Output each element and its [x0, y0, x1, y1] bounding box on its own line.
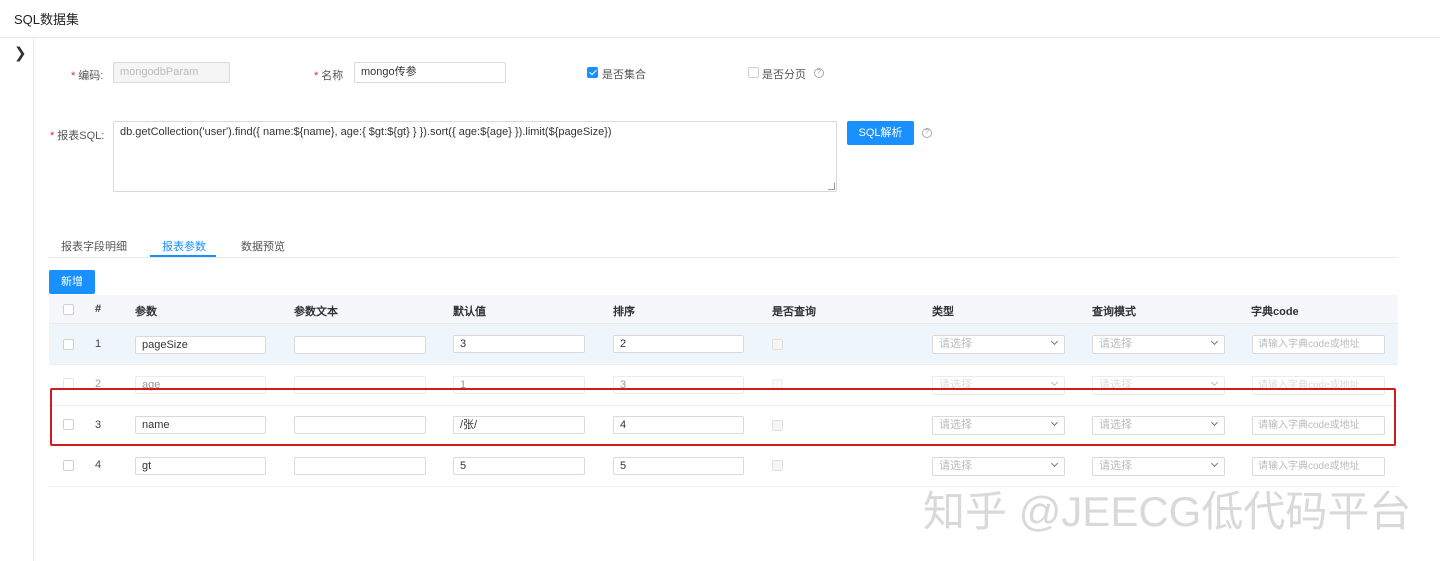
sql-text: db.getCollection('user').find({ name:${n…	[120, 126, 612, 138]
header-is-query: 是否查询	[772, 306, 816, 318]
header-query-mode: 查询模式	[1092, 306, 1136, 318]
is-query-checkbox[interactable]	[772, 460, 783, 471]
default-input[interactable]: 3	[453, 335, 585, 353]
page-title: SQL数据集	[14, 12, 80, 27]
header-default: 默认值	[453, 306, 486, 318]
tab-report-params[interactable]: 报表参数	[162, 238, 206, 254]
chevron-down-icon	[1210, 459, 1219, 468]
sql-parse-button[interactable]: SQL解析	[847, 121, 914, 145]
highlight-annotation-box	[50, 388, 1396, 446]
order-input[interactable]: 2	[613, 335, 744, 353]
type-select[interactable]: 请选择	[932, 457, 1065, 476]
header-order: 排序	[613, 306, 635, 318]
tab-field-details[interactable]: 报表字段明细	[61, 238, 127, 254]
tab-data-preview[interactable]: 数据预览	[241, 238, 285, 254]
is-list-label: 是否集合	[602, 69, 646, 81]
header-dict-code: 字典code	[1251, 306, 1299, 318]
dict-code-input[interactable]: 请输入字典code或地址	[1252, 335, 1385, 354]
table-header	[49, 295, 1398, 324]
row-checkbox[interactable]	[63, 460, 74, 471]
query-mode-select[interactable]: 请选择	[1092, 457, 1225, 476]
chevron-down-icon	[1050, 459, 1059, 468]
is-page-checkbox[interactable]	[748, 67, 759, 78]
sql-textarea[interactable]: db.getCollection('user').find({ name:${n…	[113, 121, 837, 192]
param-input[interactable]: pageSize	[135, 336, 266, 354]
code-label: * 编码:	[71, 70, 104, 82]
watermark: 知乎 @JEECG低代码平台	[923, 488, 1412, 535]
select-all-checkbox[interactable]	[63, 304, 74, 315]
sql-label: * 报表SQL:	[50, 130, 105, 142]
is-query-checkbox[interactable]	[772, 339, 783, 350]
name-input[interactable]: mongo传参	[354, 62, 506, 83]
chevron-down-icon	[1210, 337, 1219, 346]
query-mode-select[interactable]: 请选择	[1092, 335, 1225, 354]
order-input[interactable]: 5	[613, 457, 744, 475]
dict-code-input[interactable]: 请输入字典code或地址	[1252, 457, 1385, 476]
row-index: 4	[95, 459, 102, 471]
question-icon[interactable]: ?	[814, 68, 824, 78]
row-index: 1	[95, 338, 102, 350]
header-type: 类型	[932, 306, 954, 318]
chevron-down-icon	[1050, 378, 1059, 387]
chevron-right-icon[interactable]: ❯	[14, 44, 27, 62]
header-index: #	[95, 303, 102, 315]
header-param: 参数	[135, 306, 157, 318]
name-label: * 名称	[314, 70, 344, 82]
question-icon[interactable]: ?	[922, 128, 932, 138]
tabs-divider	[49, 257, 1398, 258]
chevron-down-icon	[1210, 378, 1219, 387]
header-param-text: 参数文本	[294, 306, 338, 318]
is-page-label: 是否分页	[762, 69, 806, 81]
default-input[interactable]: 5	[453, 457, 585, 475]
header-divider	[0, 37, 1440, 38]
resize-handle-icon[interactable]	[828, 183, 835, 190]
code-input[interactable]: mongodbParam	[113, 62, 230, 83]
chevron-down-icon	[1050, 337, 1059, 346]
row-checkbox[interactable]	[63, 339, 74, 350]
is-list-checkbox[interactable]	[587, 67, 598, 78]
param-input[interactable]: gt	[135, 457, 266, 475]
type-select[interactable]: 请选择	[932, 335, 1065, 354]
param-text-input[interactable]	[294, 457, 426, 475]
param-text-input[interactable]	[294, 336, 426, 354]
add-button[interactable]: 新增	[49, 270, 95, 294]
sidebar-collapsed	[0, 38, 34, 561]
